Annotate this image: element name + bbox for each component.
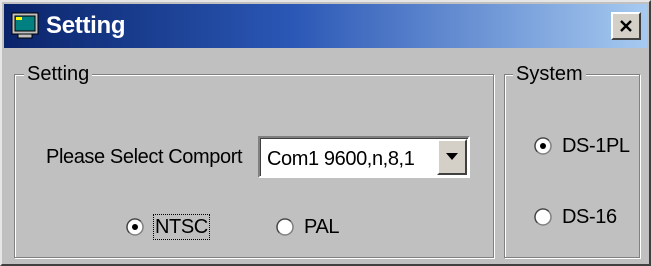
comport-select-value: Com1 9600,n,8,1 xyxy=(267,148,415,170)
setting-dialog: Setting Setting Please Select Comport Co… xyxy=(0,0,651,266)
close-icon xyxy=(620,20,632,32)
comport-label: Please Select Comport xyxy=(46,146,243,168)
title-bar[interactable]: Setting xyxy=(4,4,647,48)
radio-ds-1pl[interactable]: DS-1PL xyxy=(534,134,630,158)
radio-ntsc-label: NTSC xyxy=(153,214,210,240)
comport-dropdown-button[interactable] xyxy=(437,139,467,175)
radio-pal[interactable]: PAL xyxy=(276,215,340,239)
radio-ds-1pl-label: DS-1PL xyxy=(562,135,630,157)
radio-ntsc[interactable]: NTSC xyxy=(126,214,210,240)
close-button[interactable] xyxy=(611,12,641,40)
radio-unselected-icon xyxy=(276,218,294,236)
radio-selected-icon xyxy=(126,218,144,236)
system-group-legend: System xyxy=(513,63,586,85)
comport-select[interactable]: Com1 9600,n,8,1 xyxy=(258,136,470,178)
radio-selected-icon xyxy=(534,137,552,155)
radio-unselected-icon xyxy=(534,208,552,226)
radio-ds-16[interactable]: DS-16 xyxy=(534,205,617,229)
radio-pal-label: PAL xyxy=(304,216,340,238)
monitor-icon xyxy=(11,12,39,40)
radio-ds-16-label: DS-16 xyxy=(562,206,617,228)
setting-group-legend: Setting xyxy=(24,63,93,85)
window-title: Setting xyxy=(46,12,126,39)
chevron-down-icon xyxy=(446,153,458,160)
system-groupbox xyxy=(504,74,640,258)
